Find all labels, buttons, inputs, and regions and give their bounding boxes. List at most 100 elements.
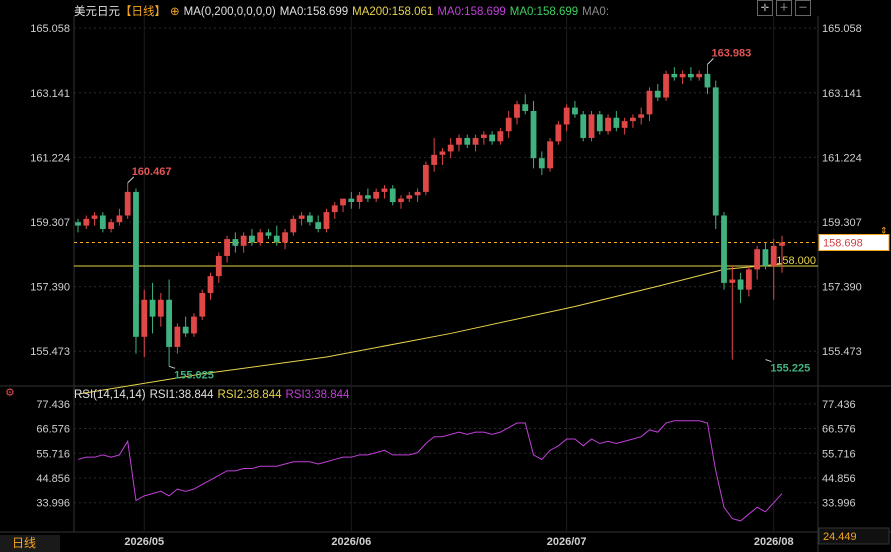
zoom-in-icon[interactable]: ＋ [776, 0, 792, 16]
price-tick-left: 165.058 [30, 23, 70, 35]
crosshair-icon[interactable]: ✛ [757, 0, 773, 16]
candle-body [547, 141, 553, 169]
candle-body [447, 144, 454, 152]
candle-body [75, 222, 81, 226]
rsi-tick-right: 66.576 [822, 424, 856, 436]
candle-body [762, 249, 769, 267]
ma0-b-label: MA0:158.699 [509, 6, 579, 18]
candle-body [439, 151, 446, 155]
candle-body [290, 218, 297, 233]
candle-body [116, 215, 123, 223]
candle-body [580, 114, 587, 138]
candle-body [298, 215, 305, 219]
price-tick-left: 159.307 [30, 217, 70, 229]
price-tick-right: 165.058 [822, 23, 862, 35]
candle-body [265, 232, 272, 236]
low-annotation: 155.025 [174, 369, 214, 381]
candle-body [456, 137, 462, 145]
candle-body [754, 249, 761, 270]
candle-body [124, 191, 131, 216]
price-tick-right: 155.473 [822, 346, 862, 358]
candle-body [729, 279, 736, 283]
candle-body [398, 198, 404, 202]
indicator-settings-icon[interactable]: ⚙ [5, 386, 15, 399]
main-chart-header: 美元日元【日线】 ⊕ MA(0,200,0,0,0,0) MA0:158.699 MA2… [74, 3, 613, 19]
candle-body [149, 299, 156, 317]
candle-body [315, 222, 322, 229]
price-tick-left: 163.141 [30, 88, 70, 100]
rsi-current-label: 24.449 [823, 531, 857, 543]
time-tick: 2026/05 [124, 536, 164, 548]
candle-body [174, 326, 181, 347]
candle-body [530, 111, 537, 159]
candle-body [273, 235, 280, 243]
candle-body [630, 117, 636, 122]
candle-body [431, 154, 438, 165]
candle-body [663, 73, 669, 98]
time-tick: 2026/07 [547, 536, 587, 548]
candle-body [538, 158, 545, 169]
period-label[interactable]: 【日线】 [120, 6, 166, 18]
candle-body [166, 299, 173, 347]
rsi-tick-left: 33.996 [36, 498, 70, 510]
candle-body [721, 215, 727, 283]
candle-body [572, 107, 578, 115]
rsi-tick-right: 77.436 [822, 399, 856, 411]
candle-body [779, 242, 785, 246]
candle-body [505, 117, 512, 132]
candle-body [199, 293, 206, 317]
symbol-label: 美元日元 [74, 6, 120, 18]
candle-body [671, 73, 678, 78]
candle-body [522, 104, 529, 111]
candle-body [307, 215, 313, 223]
candle-body [207, 276, 214, 293]
annotation-leader [765, 359, 772, 363]
candle-body [514, 104, 520, 118]
ma0-c-label: MA0: [582, 6, 610, 18]
zoom-out-icon[interactable]: － [795, 0, 811, 16]
candle-body [141, 299, 148, 337]
candle-body [182, 326, 189, 334]
low-annotation: 155.225 [770, 363, 810, 375]
high-annotation: 163.983 [711, 47, 751, 59]
rsi2-label: RSI2:38.844 [217, 389, 282, 401]
settings-icon[interactable]: ⊕ [170, 6, 180, 18]
rsi1-label: RSI1:38.844 [149, 389, 214, 401]
candle-body [381, 188, 388, 192]
candle-body [480, 134, 487, 138]
candle-body [323, 212, 330, 229]
candle-body [373, 191, 380, 199]
high-annotation: 160.467 [132, 166, 172, 178]
price-tick-right: 163.141 [822, 88, 862, 100]
candle-body [596, 114, 603, 132]
candle-body [249, 235, 255, 243]
price-tick-left: 161.224 [30, 152, 70, 164]
candle-body [654, 90, 661, 98]
candle-body [340, 198, 346, 206]
candle-body [704, 73, 711, 88]
rsi-tick-left: 44.856 [36, 473, 70, 485]
candle-body [356, 195, 363, 202]
candle-body [613, 117, 620, 128]
ma-main-label: MA0:158.699 [279, 6, 349, 18]
candle-body [422, 164, 429, 192]
candle-body [472, 137, 479, 145]
price-tick-right: 159.307 [822, 217, 862, 229]
period-tab-daily[interactable]: 日线 [0, 535, 60, 552]
price-tick-right: 157.390 [822, 282, 862, 294]
candle-body [588, 114, 595, 138]
candle-body [489, 134, 496, 142]
rsi-tick-right: 44.856 [822, 473, 856, 485]
chart-canvas: 165.058 165.058 163.141 163.141 161.224 161.2… [0, 16, 891, 552]
candle-body [563, 107, 570, 125]
candle-body [331, 205, 338, 213]
candle-body [364, 195, 371, 199]
rsi-line [77, 420, 783, 522]
candle-body [745, 269, 752, 290]
candle-body [406, 195, 413, 199]
rsi-tick-left: 77.436 [36, 399, 70, 411]
candle-body [191, 316, 197, 334]
candle-body [83, 218, 90, 226]
candle-body [696, 73, 703, 78]
candle-body [232, 239, 239, 246]
